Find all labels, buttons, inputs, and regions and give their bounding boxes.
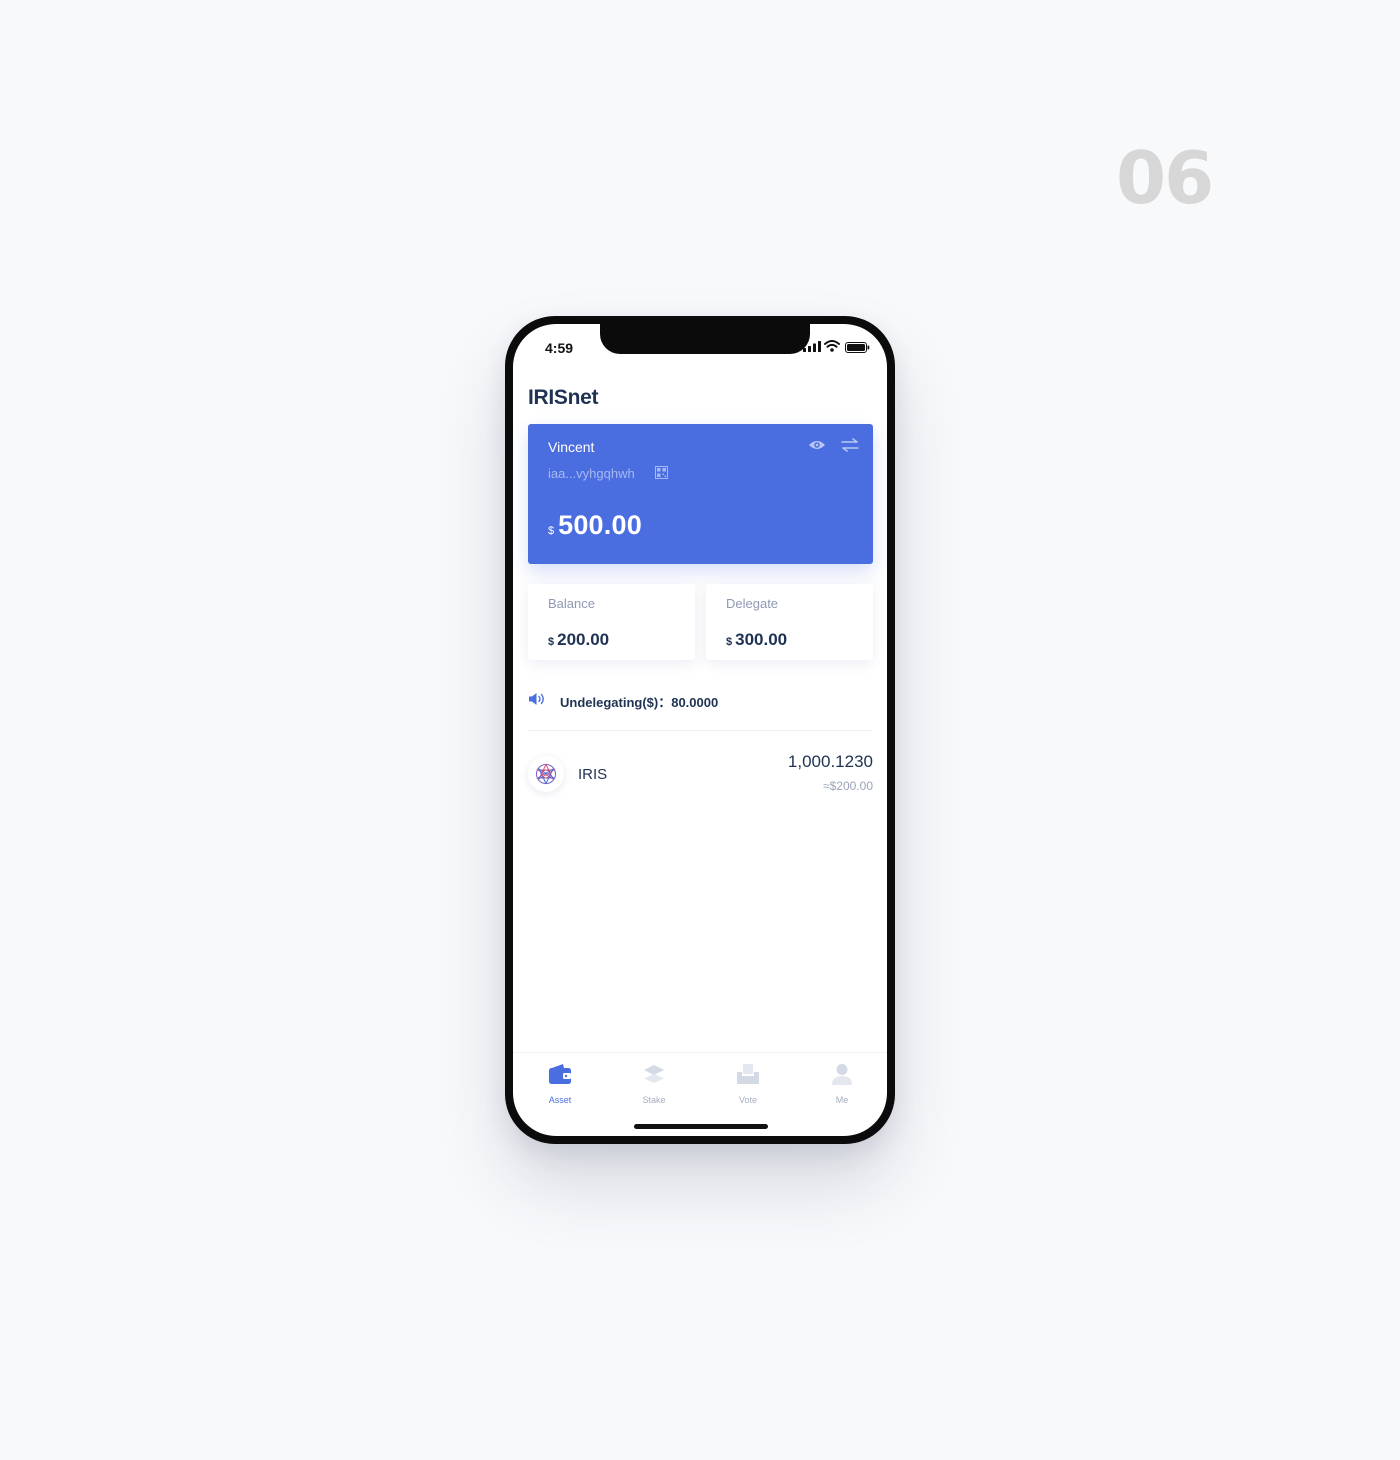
tab-stake[interactable]: Stake [607, 1053, 701, 1113]
balance-card[interactable]: Balance $200.00 [528, 584, 695, 660]
home-indicator[interactable] [634, 1124, 768, 1129]
wallet-name: Vincent [548, 439, 595, 455]
tab-asset-label: Asset [548, 1095, 572, 1105]
ballot-box-icon [737, 1064, 759, 1084]
asset-name: IRIS [578, 766, 608, 783]
wallet-address[interactable]: iaa...vyhgqhwh [548, 466, 635, 481]
wallet-card[interactable]: Vincent iaa...vyhgqhwh $500.00 [528, 424, 873, 564]
asset-row-iris[interactable]: IRIS 1,000.1230 ≈$200.00 [528, 752, 873, 796]
balance-currency: $ [548, 636, 555, 648]
eye-icon[interactable] [808, 439, 826, 451]
tab-me-label: Me [835, 1095, 849, 1105]
switch-wallet-icon[interactable] [841, 438, 859, 452]
asset-amount: 1,000.1230 [787, 752, 873, 771]
battery-icon [845, 342, 870, 353]
cellular-signal-icon [803, 341, 821, 352]
delegate-card[interactable]: Delegate $300.00 [706, 584, 873, 660]
iris-logo-icon [528, 756, 564, 792]
phone-screen: 4:59 IRISnet Vincent iaa...vyhgqhwh $ 50… [513, 324, 887, 1136]
tab-bar: Asset Stake Vote Me [513, 1052, 887, 1113]
balance-label: Balance [548, 596, 595, 611]
wallet-icon [549, 1064, 571, 1084]
balance-amount: 200.00 [557, 630, 610, 649]
slide-number: 06 [1116, 136, 1214, 220]
speaker-icon [529, 693, 544, 705]
phone-notch [600, 324, 810, 354]
status-icons [803, 340, 873, 353]
page-title: IRISnet [528, 386, 599, 409]
delegate-currency: $ [726, 636, 733, 648]
asset-fiat-value: ≈$200.00 [823, 779, 873, 793]
delegate-label: Delegate [726, 596, 779, 611]
wallet-total-amount: 500.00 [558, 510, 642, 540]
phone-frame: 4:59 IRISnet Vincent iaa...vyhgqhwh $ 50… [505, 316, 895, 1144]
status-time: 4:59 [545, 340, 574, 356]
delegate-value: $300.00 [726, 630, 787, 650]
tab-asset[interactable]: Asset [513, 1053, 607, 1113]
tab-vote-label: Vote [738, 1095, 758, 1105]
layers-icon [644, 1065, 664, 1083]
delegate-amount: 300.00 [735, 630, 788, 649]
tab-stake-label: Stake [642, 1095, 666, 1105]
user-icon [832, 1064, 852, 1085]
qr-code-icon[interactable] [655, 466, 668, 479]
tab-me[interactable]: Me [795, 1053, 887, 1113]
undelegating-notice: Undelegating($)：80.0000 [560, 695, 719, 710]
wifi-icon [824, 340, 840, 352]
divider [528, 730, 873, 731]
tab-vote[interactable]: Vote [701, 1053, 795, 1113]
wallet-total: $500.00 [548, 510, 642, 541]
wallet-currency-symbol: $ [548, 525, 555, 537]
balance-value: $200.00 [548, 630, 609, 650]
